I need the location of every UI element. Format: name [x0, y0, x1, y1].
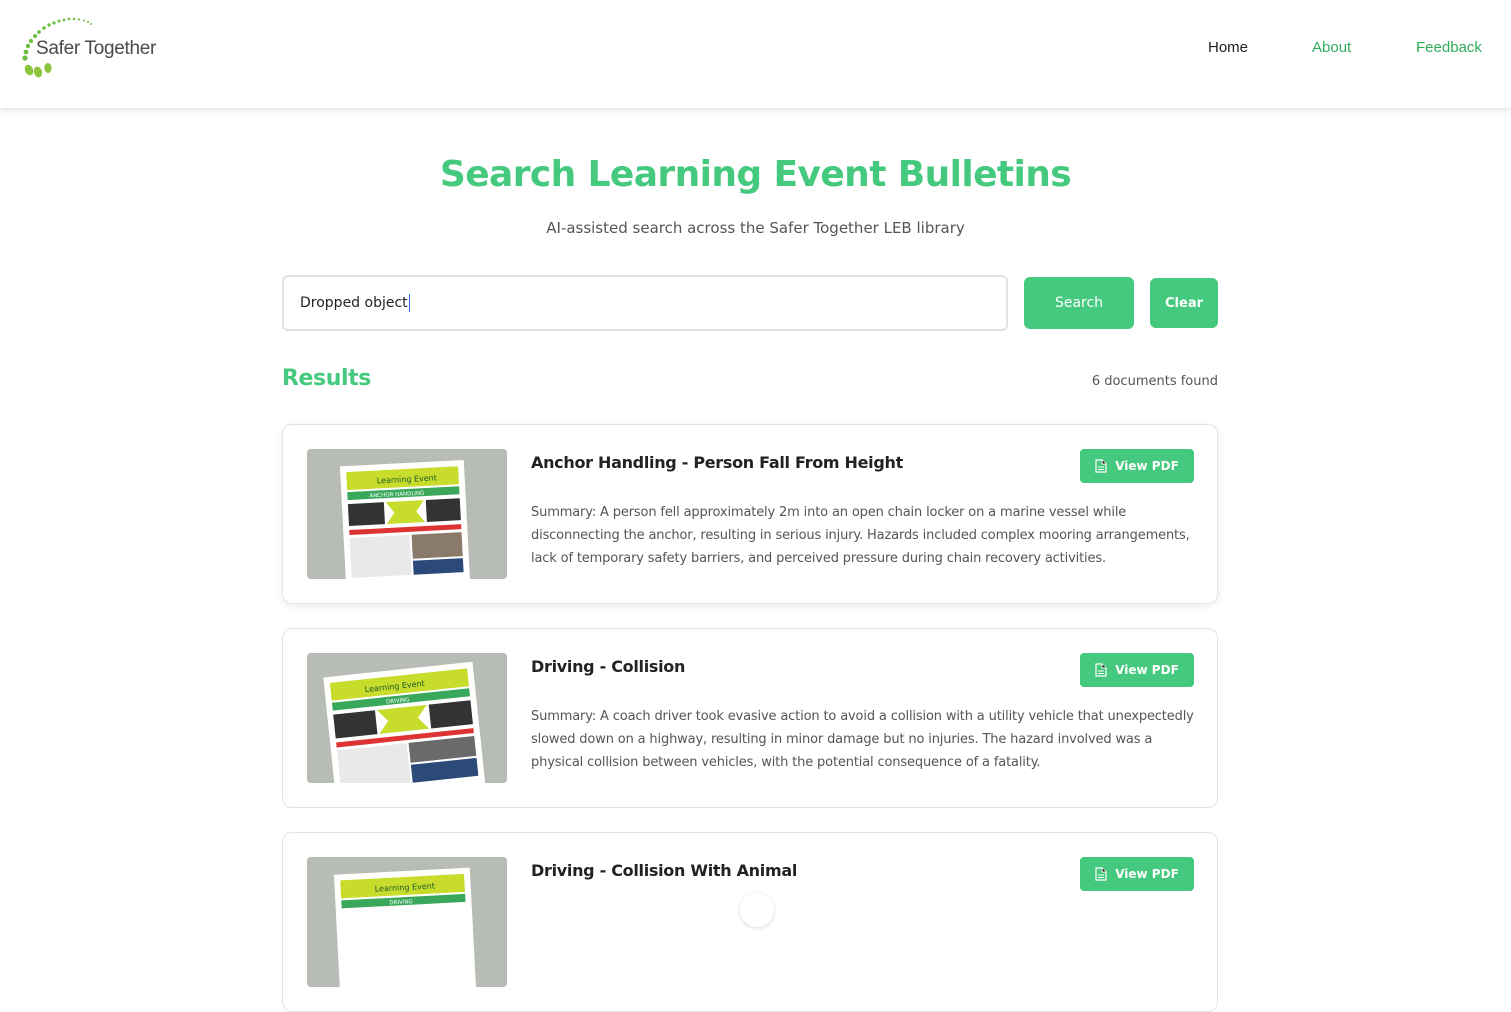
page-subtitle: AI-assisted search across the Safer Toge… [546, 219, 965, 237]
top-navigation-bar: Safer Together Home About Feedback [0, 0, 1511, 108]
bulletin-preview-icon: Learning Event DRIVING [307, 857, 507, 987]
search-input[interactable]: Dropped object [282, 275, 1008, 331]
view-pdf-button[interactable]: View PDF [1080, 857, 1194, 891]
result-title[interactable]: Driving - Collision With Animal [531, 861, 797, 880]
text-cursor [408, 294, 410, 312]
nav-home-link[interactable]: Home [1208, 39, 1248, 56]
view-pdf-label: View PDF [1115, 867, 1179, 881]
result-card: Learning Event DRIVING Driving - Collisi… [282, 628, 1218, 808]
nav-about-link[interactable]: About [1312, 39, 1351, 56]
results-heading: Results [282, 366, 371, 391]
logo-wordmark: Safer Together [36, 38, 157, 59]
document-thumbnail[interactable]: Learning Event DRIVING [307, 653, 507, 783]
view-pdf-button[interactable]: View PDF [1080, 449, 1194, 483]
result-summary: Summary: A person fell approximately 2m … [531, 505, 1190, 566]
search-input-value: Dropped object [300, 295, 408, 311]
clear-button[interactable]: Clear [1150, 278, 1218, 328]
result-title[interactable]: Driving - Collision [531, 657, 685, 676]
result-card: Learning Event ANCHOR HANDLING Anchor Ha… [282, 424, 1218, 604]
document-icon [1095, 867, 1107, 881]
bulletin-preview-icon: Learning Event ANCHOR HANDLING [307, 449, 507, 579]
result-summary: Summary: A coach driver took evasive act… [531, 709, 1194, 770]
view-pdf-label: View PDF [1115, 663, 1179, 677]
result-title[interactable]: Anchor Handling - Person Fall From Heigh… [531, 453, 903, 472]
scroll-indicator[interactable] [740, 893, 774, 927]
document-thumbnail[interactable]: Learning Event DRIVING [307, 857, 507, 987]
page-title: Search Learning Event Bulletins [439, 154, 1072, 195]
results-count: 6 documents found [1091, 374, 1218, 389]
bulletin-preview-icon: Learning Event DRIVING [307, 653, 507, 783]
document-icon [1095, 459, 1107, 473]
safer-together-logo[interactable]: Safer Together [20, 16, 160, 80]
search-button[interactable]: Search [1024, 277, 1134, 329]
nav-feedback-link[interactable]: Feedback [1416, 39, 1482, 56]
view-pdf-label: View PDF [1115, 459, 1179, 473]
view-pdf-button[interactable]: View PDF [1080, 653, 1194, 687]
document-thumbnail[interactable]: Learning Event ANCHOR HANDLING [307, 449, 507, 579]
document-icon [1095, 663, 1107, 677]
